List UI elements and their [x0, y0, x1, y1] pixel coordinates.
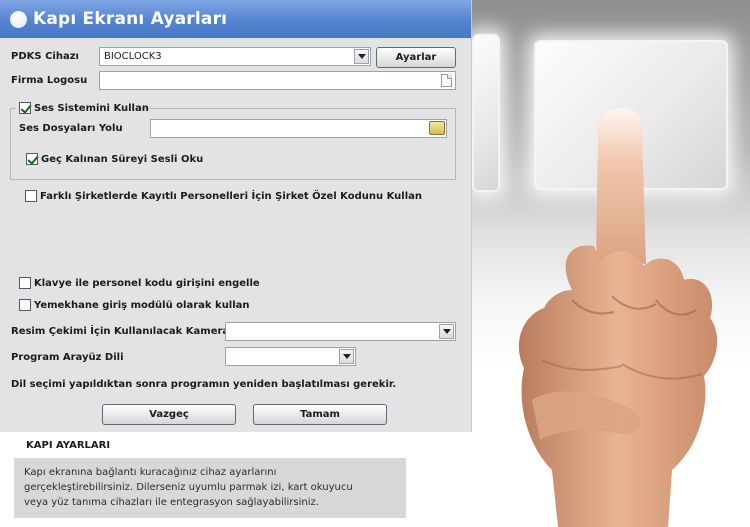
cancel-button[interactable]: Vazgeç: [102, 404, 236, 425]
info-title: KAPI AYARLARI: [26, 440, 111, 451]
window-title: Kapı Ekranı Ayarları: [33, 9, 228, 29]
sound-files-path-field[interactable]: [150, 119, 447, 138]
file-icon[interactable]: [441, 74, 452, 87]
sound-files-path-label: Ses Dosyaları Yolu: [19, 123, 123, 134]
info-line-2: gerçekleştirebilirsiniz. Dilerseniz uyum…: [24, 482, 353, 493]
info-line-3: veya yüz tanıma cihazları ile entegrasyo…: [24, 497, 319, 508]
pdks-device-select[interactable]: BIOCLOCK3: [99, 47, 371, 66]
finger-hand-image: [518, 108, 718, 527]
settings-button[interactable]: Ayarlar: [376, 47, 456, 68]
keyboard-block-checkbox[interactable]: [19, 277, 31, 289]
door-screen-settings-dialog: Kapı Ekranı Ayarları PDKS Cihazı BIOCLOC…: [0, 0, 472, 432]
title-bar: Kapı Ekranı Ayarları: [0, 0, 471, 38]
read-late-time-label: Geç Kalınan Süreyi Sesli Oku: [41, 154, 204, 165]
keyboard-block-label: Klavye ile personel kodu girişini engell…: [34, 278, 260, 289]
info-line-1: Kapı ekranına bağlantı kuracağınız cihaz…: [24, 467, 277, 478]
folder-icon[interactable]: [429, 121, 445, 135]
language-select[interactable]: [225, 347, 356, 366]
restart-note: Dil seçimi yapıldıktan sonra programın y…: [11, 379, 397, 390]
chevron-down-icon[interactable]: [354, 49, 369, 64]
company-code-label: Farklı Şirketlerde Kayıtlı Personelleri …: [40, 191, 423, 202]
company-code-checkbox[interactable]: [25, 190, 37, 202]
cafeteria-module-label: Yemekhane giriş modülü olarak kullan: [34, 300, 250, 311]
read-late-time-checkbox[interactable]: [26, 153, 38, 165]
camera-label: Resim Çekimi İçin Kullanılacak Kamera: [11, 326, 230, 337]
pdks-device-label: PDKS Cihazı: [11, 51, 79, 62]
use-sound-system-label: Ses Sistemini Kullan: [34, 103, 149, 114]
camera-select[interactable]: [225, 322, 456, 341]
company-logo-label: Firma Logosu: [11, 75, 88, 86]
chevron-down-icon[interactable]: [339, 349, 354, 364]
company-logo-field[interactable]: [99, 71, 456, 90]
chevron-down-icon[interactable]: [439, 324, 454, 339]
info-description: Kapı ekranına bağlantı kuracağınız cihaz…: [14, 458, 406, 518]
window-circle-icon: [10, 10, 27, 28]
cafeteria-module-checkbox[interactable]: [19, 299, 31, 311]
use-sound-system-checkbox[interactable]: [19, 102, 31, 114]
pdks-device-value: BIOCLOCK3: [104, 51, 162, 62]
ok-button[interactable]: Tamam: [253, 404, 387, 425]
language-label: Program Arayüz Dili: [11, 352, 124, 363]
touch-screen-photo: [472, 0, 750, 527]
